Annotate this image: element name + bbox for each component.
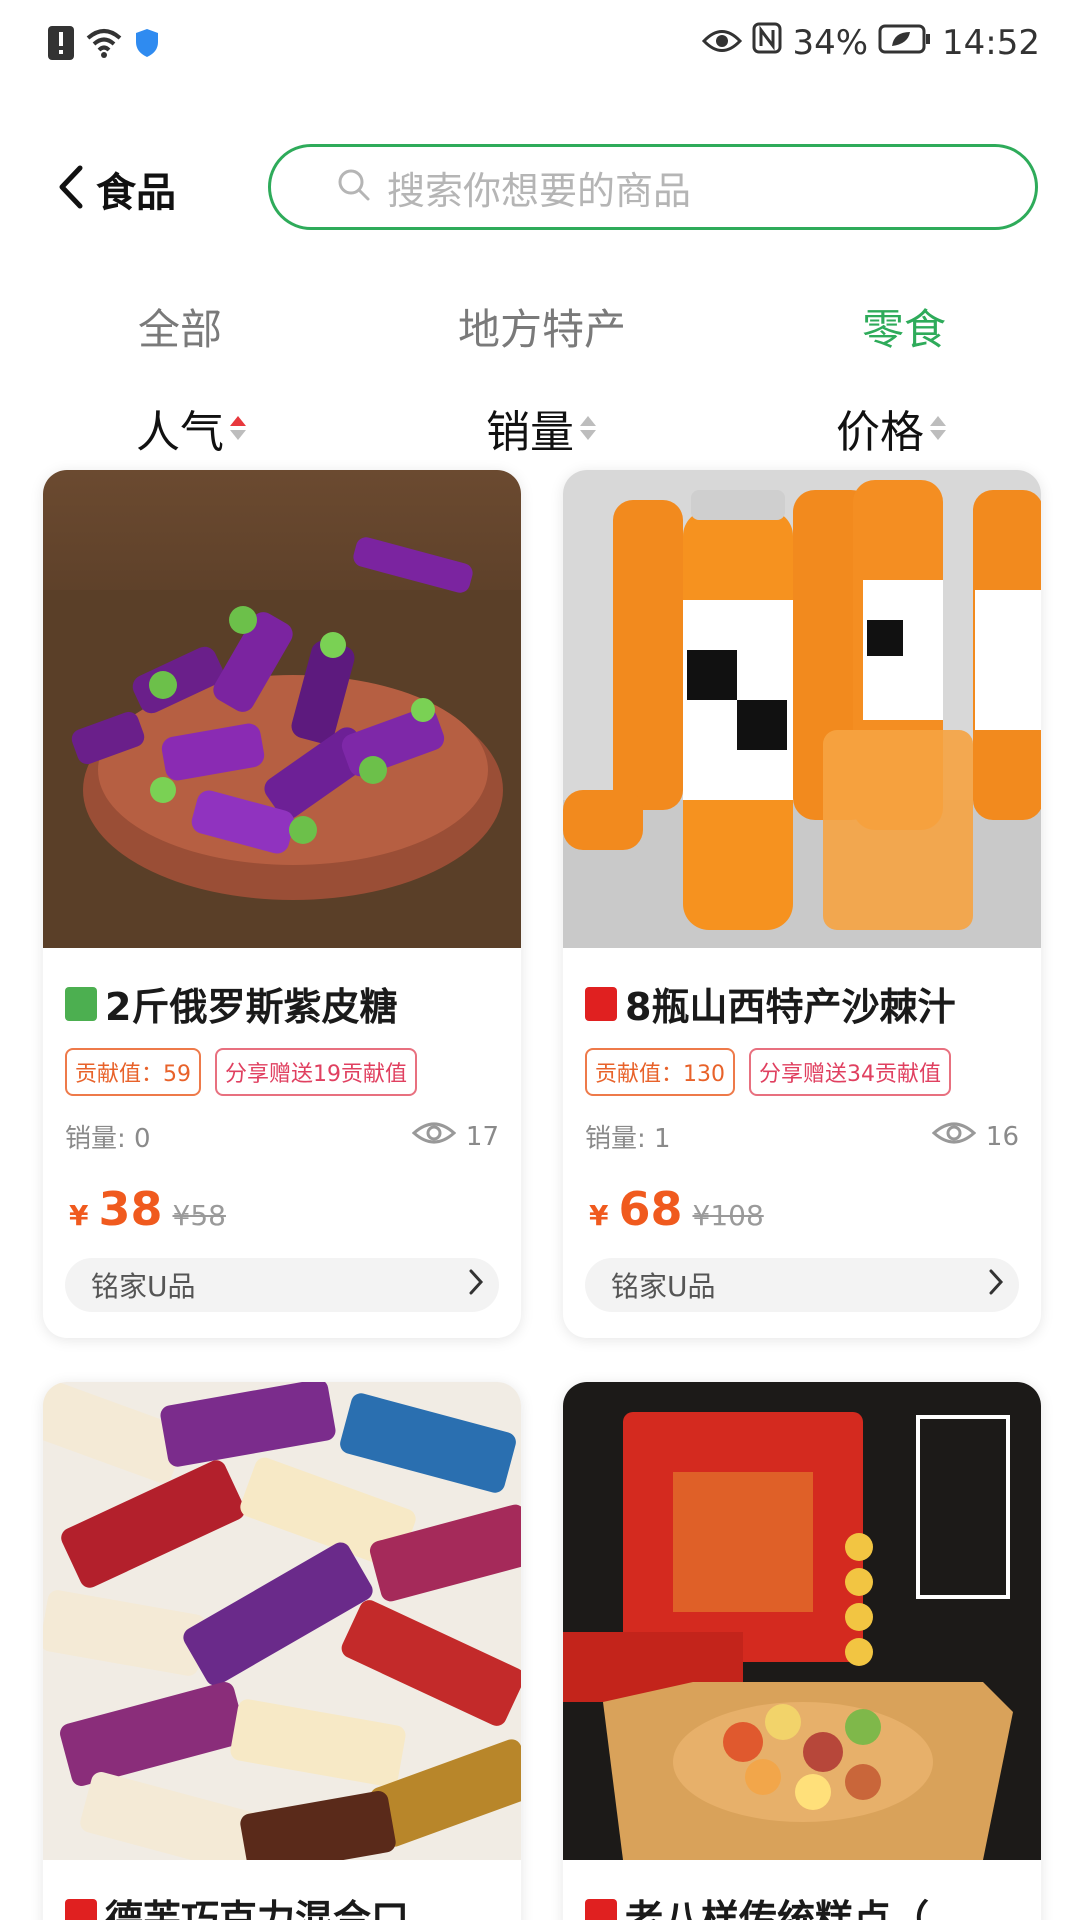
- product-title-text: 8瓶山西特产沙棘汁: [625, 985, 956, 1029]
- sort-label: 人气: [136, 407, 224, 458]
- share-reward-tag: 分享赠送19贡献值: [215, 1048, 417, 1096]
- contribution-tag: 贡献值：130: [585, 1048, 735, 1096]
- tab-snacks[interactable]: 零食: [862, 296, 946, 357]
- sort-arrows-icon: [580, 416, 596, 440]
- product-title-text: 2斤俄罗斯紫皮糖: [105, 985, 398, 1029]
- battery-icon: [878, 23, 932, 63]
- search-placeholder: 搜索你想要的商品: [387, 168, 692, 213]
- header: 食品 搜索你想要的商品: [0, 140, 1080, 240]
- product-meta: 销量: 0 17: [65, 1118, 499, 1155]
- product-title: 德芙巧克力混合口…: [65, 1888, 447, 1920]
- original-price: ¥58: [172, 1199, 226, 1232]
- product-card[interactable]: 老八样传统糕点（…: [563, 1382, 1041, 1920]
- shop-name: 铭家U品: [611, 1270, 716, 1303]
- tab-all[interactable]: 全部: [138, 296, 222, 357]
- sort-arrows-icon: [930, 416, 946, 440]
- search-input[interactable]: 搜索你想要的商品: [268, 144, 1038, 230]
- sort-price[interactable]: 价格: [836, 396, 946, 460]
- product-card[interactable]: 德芙巧克力混合口…: [43, 1382, 521, 1920]
- shield-icon: [134, 28, 160, 62]
- view-count: 16: [931, 1120, 1019, 1153]
- sale-price: 38: [98, 1182, 163, 1236]
- green-square-icon: [65, 986, 97, 1021]
- red-envelope-icon: [585, 986, 617, 1021]
- view-count-value: 16: [985, 1121, 1019, 1152]
- tag-row: 贡献值：59 分享赠送19贡献值: [65, 1048, 417, 1096]
- product-meta: 销量: 1 16: [585, 1118, 1019, 1155]
- sale-price: 68: [618, 1182, 683, 1236]
- chevron-left-icon: [56, 164, 86, 214]
- product-title: 老八样传统糕点（…: [585, 1888, 967, 1920]
- clock: 14:52: [942, 22, 1040, 63]
- sort-popularity[interactable]: 人气: [136, 396, 246, 460]
- product-card[interactable]: 2斤俄罗斯紫皮糖 贡献值：59 分享赠送19贡献值 销量: 0 17 ¥ 38 …: [43, 470, 521, 1338]
- battery-percent: 34%: [792, 22, 869, 63]
- eye-icon: [931, 1120, 977, 1153]
- sort-sales[interactable]: 销量: [486, 396, 596, 460]
- shop-link[interactable]: 铭家U品: [65, 1258, 499, 1312]
- sales-count: 销量: 0: [65, 1124, 151, 1154]
- currency-symbol: ¥: [589, 1199, 609, 1232]
- eye-icon: [411, 1120, 457, 1153]
- status-bar: 34% 14:52: [0, 0, 1080, 88]
- wifi-icon: [86, 28, 122, 62]
- currency-symbol: ¥: [69, 1199, 89, 1232]
- nfc-icon: [752, 22, 782, 63]
- product-title-text: 老八样传统糕点（…: [625, 1897, 968, 1920]
- product-title-text: 德芙巧克力混合口…: [105, 1897, 448, 1920]
- alert-icon: [48, 26, 74, 64]
- price-row: ¥ 68 ¥108: [589, 1182, 764, 1236]
- chevron-right-icon: [987, 1267, 1005, 1304]
- page-title: 食品: [96, 170, 176, 216]
- share-reward-tag: 分享赠送34贡献值: [749, 1048, 951, 1096]
- product-image: [563, 1382, 1041, 1860]
- original-price: ¥108: [692, 1199, 764, 1232]
- view-count: 17: [411, 1120, 499, 1153]
- category-tabs: 全部 地方特产 零食: [0, 296, 1080, 356]
- back-button[interactable]: 食品: [56, 160, 176, 218]
- shop-name: 铭家U品: [91, 1270, 196, 1303]
- product-title: 8瓶山西特产沙棘汁: [585, 976, 955, 1031]
- chevron-right-icon: [467, 1267, 485, 1304]
- red-envelope-icon: [65, 1898, 97, 1920]
- red-envelope-icon: [585, 1898, 617, 1920]
- search-icon: [337, 168, 371, 206]
- shop-link[interactable]: 铭家U品: [585, 1258, 1019, 1312]
- product-card[interactable]: 8瓶山西特产沙棘汁 贡献值：130 分享赠送34贡献值 销量: 1 16 ¥ 6…: [563, 470, 1041, 1338]
- sort-bar: 人气 销量 价格: [0, 396, 1080, 458]
- sort-label: 销量: [486, 407, 574, 458]
- product-image: [43, 470, 521, 948]
- price-row: ¥ 38 ¥58: [69, 1182, 226, 1236]
- sort-label: 价格: [836, 407, 924, 458]
- product-image: [563, 470, 1041, 948]
- product-title: 2斤俄罗斯紫皮糖: [65, 976, 397, 1031]
- contribution-tag: 贡献值：59: [65, 1048, 201, 1096]
- view-count-value: 17: [465, 1121, 499, 1152]
- sort-arrows-icon: [230, 416, 246, 440]
- eye-icon: [702, 23, 743, 63]
- product-image: [43, 1382, 521, 1860]
- tag-row: 贡献值：130 分享赠送34贡献值: [585, 1048, 951, 1096]
- tab-local-specialty[interactable]: 地方特产: [458, 296, 626, 357]
- sales-count: 销量: 1: [585, 1124, 671, 1154]
